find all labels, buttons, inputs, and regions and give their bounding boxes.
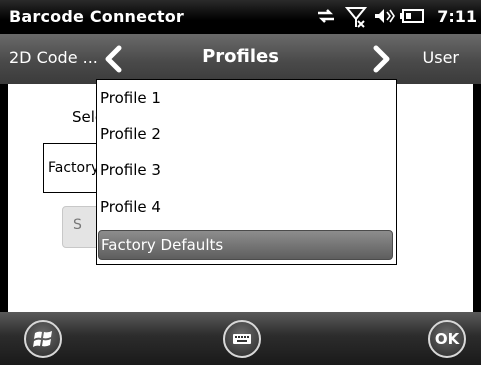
app-title: Barcode Connector	[9, 7, 185, 26]
keyboard-button[interactable]	[223, 320, 261, 358]
no-signal-icon[interactable]	[345, 5, 367, 29]
dropdown-option-factory-defaults[interactable]: Factory Defaults	[98, 230, 393, 260]
ok-button[interactable]: OK	[428, 320, 466, 358]
clock[interactable]: 7:11	[437, 7, 477, 26]
disabled-button-label: S	[73, 217, 82, 233]
combobox-value: Factory	[48, 160, 100, 176]
dropdown-option-profile-2[interactable]: Profile 2	[98, 120, 389, 150]
profile-dropdown-list[interactable]: Profile 1 Profile 2 Profile 3 Profile 4 …	[96, 79, 397, 265]
dropdown-option-label: Profile 4	[100, 198, 161, 216]
bottom-bar: OK	[0, 312, 481, 365]
page-title: Profiles	[202, 46, 279, 67]
ok-button-label: OK	[434, 330, 460, 348]
dropdown-option-label: Factory Defaults	[101, 236, 224, 254]
dropdown-option-label: Profile 3	[100, 161, 161, 179]
dropdown-option-profile-4[interactable]: Profile 4	[98, 193, 389, 223]
nav-bar: 2D Code ... Profiles User	[0, 34, 481, 84]
dropdown-option-label: Profile 2	[100, 125, 161, 143]
chevron-right-icon[interactable]	[371, 45, 393, 73]
volume-icon[interactable]	[373, 5, 395, 27]
dropdown-option-label: Profile 1	[100, 89, 161, 107]
keyboard-icon	[233, 334, 251, 344]
start-button[interactable]	[24, 320, 62, 358]
battery-icon[interactable]	[399, 5, 425, 27]
dropdown-option-profile-1[interactable]: Profile 1	[98, 84, 389, 114]
status-bar: Barcode Connector 7:11	[0, 0, 481, 34]
windows-flag-icon	[33, 331, 52, 347]
nav-right-label[interactable]: User	[423, 48, 459, 67]
dropdown-option-profile-3[interactable]: Profile 3	[98, 156, 389, 186]
connectivity-icon[interactable]	[315, 5, 337, 27]
